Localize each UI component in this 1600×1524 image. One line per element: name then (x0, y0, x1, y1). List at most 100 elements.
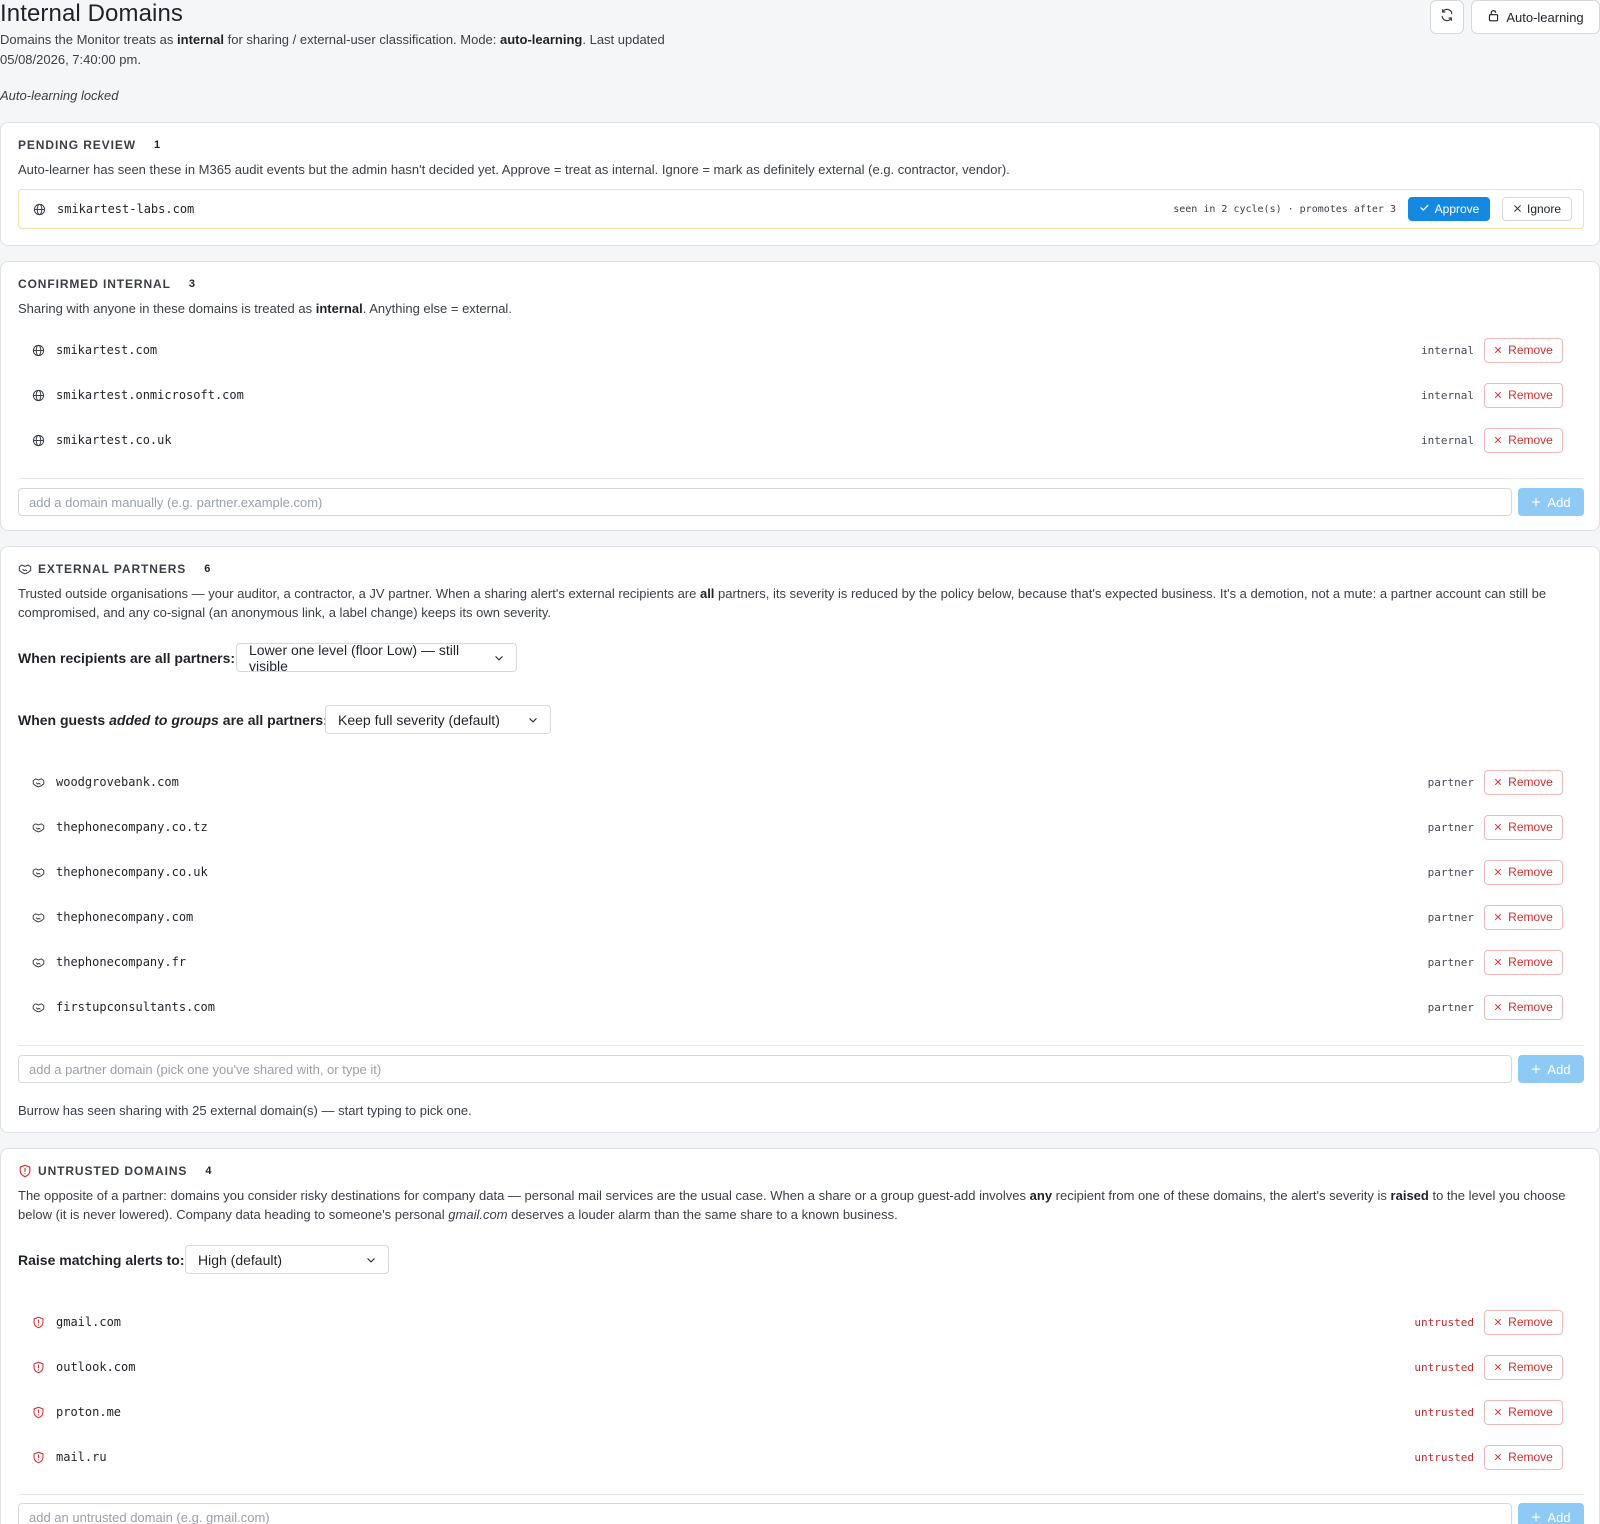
domain-name: gmail.com (56, 1315, 122, 1329)
domain-name: firstupconsultants.com (56, 1000, 215, 1014)
globe-icon (28, 434, 48, 447)
divider (18, 478, 1584, 479)
close-icon (1494, 343, 1502, 357)
domain-tag: partner (1427, 820, 1474, 834)
pending-review-heading: PENDING REVIEW 1 (18, 138, 160, 152)
domain-name: outlook.com (56, 1360, 136, 1374)
remove-button[interactable]: Remove (1484, 904, 1563, 930)
domain-tag: untrusted (1414, 1450, 1474, 1464)
select-value: Keep full severity (default) (338, 711, 500, 728)
remove-button[interactable]: Remove (1484, 994, 1563, 1020)
handshake-icon (28, 866, 48, 879)
pending-review-card: PENDING REVIEW 1 Auto-learner has seen t… (0, 122, 1600, 246)
domain-name: woodgrovebank.com (56, 775, 179, 789)
close-icon (1494, 910, 1502, 924)
remove-label: Remove (1508, 343, 1553, 357)
untrusted-row: proton.me untrusted Remove (18, 1390, 1584, 1434)
partner-row: woodgrovebank.com partner Remove (18, 760, 1584, 804)
remove-label: Remove (1508, 865, 1553, 879)
pending-cycle-meta: seen in 2 cycle(s) · promotes after 3 (1173, 203, 1396, 215)
remove-button[interactable]: Remove (1484, 337, 1563, 363)
add-partner-domain-input[interactable] (18, 1055, 1512, 1083)
plus-icon (1531, 1510, 1541, 1524)
desc-bold: internal (315, 301, 363, 316)
desc-bold: raised (1390, 1188, 1429, 1203)
remove-label: Remove (1508, 433, 1553, 447)
subtitle-text: for sharing / external-user classificati… (224, 32, 501, 47)
remove-button[interactable]: Remove (1484, 859, 1563, 885)
desc-bold: any (1029, 1188, 1053, 1203)
close-icon (1494, 955, 1502, 969)
subtitle-text: Domains the Monitor treats as (0, 32, 178, 47)
close-icon (1494, 1315, 1502, 1329)
partner-row: firstupconsultants.com partner Remove (18, 985, 1584, 1029)
handshake-icon (28, 911, 48, 924)
remove-button[interactable]: Remove (1484, 949, 1563, 975)
domain-row: smikartest.com internal Remove (18, 328, 1584, 372)
add-internal-domain-input[interactable] (18, 488, 1512, 516)
plus-icon (1531, 1062, 1541, 1077)
desc-text: The opposite of a partner: domains you c… (18, 1188, 1030, 1203)
shield-alert-icon (28, 1406, 48, 1419)
external-partners-heading: EXTERNAL PARTNERS 6 (18, 562, 210, 576)
raise-severity-label: Raise matching alerts to: (18, 1252, 185, 1268)
ignore-button[interactable]: Ignore (1502, 197, 1572, 221)
untrusted-count-badge: 4 (205, 1165, 212, 1177)
remove-label: Remove (1508, 1000, 1553, 1014)
globe-icon (29, 203, 49, 216)
domain-row: smikartest.onmicrosoft.com internal Remo… (18, 373, 1584, 417)
add-internal-domain-button[interactable]: Add (1518, 488, 1584, 516)
approve-button[interactable]: Approve (1408, 197, 1490, 221)
section-title: CONFIRMED INTERNAL (18, 277, 171, 291)
remove-button[interactable]: Remove (1484, 814, 1563, 840)
remove-button[interactable]: Remove (1484, 769, 1563, 795)
page-title: Internal Domains (0, 0, 184, 27)
remove-label: Remove (1508, 1315, 1553, 1329)
desc-text: Sharing with anyone in these domains is … (18, 301, 316, 316)
untrusted-row: mail.ru untrusted Remove (18, 1435, 1584, 1479)
section-title: EXTERNAL PARTNERS (38, 562, 187, 576)
remove-button[interactable]: Remove (1484, 1444, 1563, 1470)
pending-review-description: Auto-learner has seen these in M365 audi… (18, 162, 1010, 177)
lock-icon (1487, 9, 1500, 25)
remove-button[interactable]: Remove (1484, 1309, 1563, 1335)
ignore-label: Ignore (1526, 202, 1562, 216)
add-untrusted-domain-input[interactable] (18, 1503, 1512, 1524)
desc-text: . Anything else = external. (362, 301, 512, 316)
domain-name: proton.me (56, 1405, 122, 1419)
add-partner-domain-button[interactable]: Add (1518, 1055, 1584, 1083)
approve-label: Approve (1434, 202, 1480, 216)
remove-button[interactable]: Remove (1484, 1354, 1563, 1380)
add-untrusted-domain-button[interactable]: Add (1518, 1503, 1584, 1524)
partners-footnote: Burrow has seen sharing with 25 external… (18, 1103, 472, 1118)
remove-label: Remove (1508, 775, 1553, 789)
add-label: Add (1547, 494, 1571, 510)
remove-button[interactable]: Remove (1484, 382, 1563, 408)
remove-label: Remove (1508, 1405, 1553, 1419)
auto-learning-button[interactable]: Auto-learning (1471, 0, 1600, 34)
close-icon (1494, 1450, 1502, 1464)
close-icon (1494, 775, 1502, 789)
remove-label: Remove (1508, 955, 1553, 969)
globe-icon (28, 344, 48, 357)
domain-tag: untrusted (1414, 1315, 1474, 1329)
close-icon (1513, 202, 1522, 216)
refresh-button[interactable] (1430, 0, 1464, 34)
plus-icon (1531, 495, 1541, 510)
domain-name: mail.ru (56, 1450, 107, 1464)
raise-severity-select[interactable]: High (default) (185, 1245, 389, 1274)
remove-button[interactable]: Remove (1484, 1399, 1563, 1425)
domain-name: smikartest.co.uk (56, 433, 172, 447)
confirmed-internal-description: Sharing with anyone in these domains is … (18, 299, 1588, 318)
domain-name: thephonecompany.co.uk (56, 865, 208, 879)
remove-button[interactable]: Remove (1484, 427, 1563, 453)
untrusted-domains-heading: UNTRUSTED DOMAINS 4 (18, 1164, 211, 1178)
groups-policy-select[interactable]: Keep full severity (default) (325, 705, 551, 734)
select-value: High (default) (198, 1251, 283, 1268)
external-partners-card: EXTERNAL PARTNERS 6 Trusted outside orga… (0, 546, 1600, 1133)
add-label: Add (1547, 1061, 1571, 1077)
confirmed-internal-heading: CONFIRMED INTERNAL 3 (18, 277, 195, 291)
domain-name: thephonecompany.com (56, 910, 194, 924)
recipients-policy-select[interactable]: Lower one level (floor Low) — still visi… (236, 642, 517, 674)
partner-row: thephonecompany.com partner Remove (18, 895, 1584, 939)
